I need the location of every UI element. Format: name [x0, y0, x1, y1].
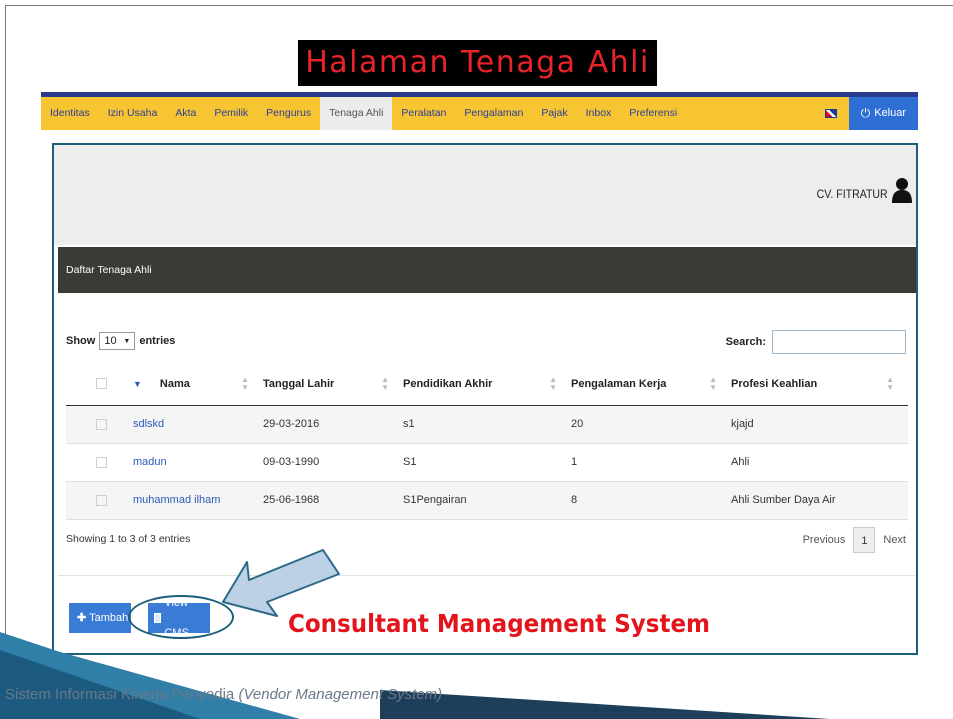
sort-icon: ▲ ▼ — [241, 375, 249, 392]
nav-item-pemilik[interactable]: Pemilik — [205, 97, 257, 130]
column-label-pengalaman-kerja: Pengalaman Kerja — [571, 377, 667, 390]
footer-subtitle: (Vendor Management System) — [238, 686, 443, 703]
previous-button[interactable]: Previous — [803, 534, 846, 546]
nav-item-inbox[interactable]: Inbox — [577, 97, 621, 130]
content-panel: CV. FITRATUR Daftar Tenaga Ahli Show 10 … — [52, 143, 918, 655]
cell-tanggal-lahir: 25-06-1968 — [263, 481, 403, 520]
divider — [58, 575, 916, 576]
column-header-pengalaman-kerja[interactable]: Pengalaman Kerja ▲ ▼ — [571, 363, 731, 406]
add-button[interactable]: ✚ Tambah — [69, 603, 131, 633]
nav-item-preferensi[interactable]: Preferensi — [620, 97, 686, 130]
footer-text: Sistem Informasi Kinerja Penyedia (Vendo… — [5, 686, 442, 703]
search-control: Search: — [726, 330, 906, 354]
nav-item-akta[interactable]: Akta — [166, 97, 205, 130]
row-checkbox[interactable] — [96, 494, 107, 506]
plus-icon: ✚ — [77, 612, 87, 624]
pagination: Previous 1 Next — [803, 527, 906, 553]
logout-label: Keluar — [874, 107, 906, 119]
row-checkbox-cell — [66, 481, 133, 520]
callout-label: Consultant Management System — [288, 609, 711, 638]
sort-icon: ▲ ▼ — [549, 375, 557, 392]
sort-icon: ▲ ▼ — [709, 375, 717, 392]
cell-nama[interactable]: sdlskd — [133, 405, 263, 444]
cell-pengalaman-kerja: 20 — [571, 405, 731, 444]
search-label: Search: — [725, 336, 766, 348]
nav-item-pengurus[interactable]: Pengurus — [257, 97, 320, 130]
row-checkbox-cell — [66, 443, 133, 482]
nav-item-pajak[interactable]: Pajak — [532, 97, 576, 130]
user-icon[interactable] — [892, 177, 912, 203]
column-label-nama: Nama — [159, 377, 190, 390]
experts-table: ▼ Nama ▲ ▼ Tanggal Lahir ▲ ▼ Pendidikan Akhir… — [66, 363, 908, 520]
cell-pendidikan-akhir: s1 — [403, 405, 571, 444]
cell-tanggal-lahir: 09-03-1990 — [263, 443, 403, 482]
next-button[interactable]: Next — [883, 534, 906, 546]
cell-nama[interactable]: madun — [133, 443, 263, 482]
cell-pendidikan-akhir: S1 — [403, 443, 571, 482]
logout-button[interactable]: ⏻ Keluar — [848, 97, 918, 130]
list-title-bar: Daftar Tenaga Ahli — [58, 247, 916, 293]
column-header-nama[interactable]: ▼ Nama ▲ ▼ — [133, 363, 263, 406]
top-navbar: Identitas Izin Usaha Akta Pemilik Pengur… — [41, 92, 918, 130]
row-checkbox[interactable] — [96, 418, 107, 430]
nav-item-izin-usaha[interactable]: Izin Usaha — [99, 97, 167, 130]
slide-title: Halaman Tenaga Ahli — [298, 40, 657, 86]
column-header-profesi-keahlian[interactable]: Profesi Keahlian ▲ ▼ — [731, 363, 908, 406]
column-label-tanggal-lahir: Tanggal Lahir — [263, 377, 335, 390]
power-icon: ⏻ — [860, 106, 871, 120]
callout-arrow-icon — [222, 549, 340, 617]
cell-profesi-keahlian: Ahli Sumber Daya Air — [731, 481, 908, 520]
decorative-swoosh-bottom — [380, 690, 830, 719]
chevron-down-icon: ▼ — [123, 337, 131, 345]
row-checkbox[interactable] — [96, 456, 107, 468]
app-window: Identitas Izin Usaha Akta Pemilik Pengur… — [41, 92, 918, 657]
cell-profesi-keahlian: kjajd — [731, 405, 908, 444]
table-info: Showing 1 to 3 of 3 entries — [66, 533, 191, 545]
column-label-profesi-keahlian: Profesi Keahlian — [731, 377, 818, 390]
uk-flag-icon[interactable] — [824, 109, 837, 118]
column-label-pendidikan-akhir: Pendidikan Akhir — [403, 377, 493, 390]
nav-item-identitas[interactable]: Identitas — [41, 97, 99, 130]
cell-tanggal-lahir: 29-03-2016 — [263, 405, 403, 444]
cell-pengalaman-kerja: 8 — [571, 481, 731, 520]
entries-label: entries — [139, 335, 176, 347]
search-input[interactable] — [772, 330, 906, 354]
table-row[interactable]: madun 09-03-1990 S1 1 Ahli — [66, 443, 908, 482]
select-all-checkbox[interactable] — [96, 378, 107, 390]
sort-desc-icon: ▼ — [133, 378, 142, 389]
cell-pendidikan-akhir: S1Pengairan — [403, 481, 571, 520]
nav-item-tenaga-ahli[interactable]: Tenaga Ahli — [320, 97, 393, 130]
profile-area: CV. FITRATUR — [54, 145, 916, 245]
table-row[interactable]: muhammad ilham 25-06-1968 S1Pengairan 8 … — [66, 481, 908, 520]
cell-nama[interactable]: muhammad ilham — [133, 481, 263, 520]
nav-item-pengalaman[interactable]: Pengalaman — [455, 97, 532, 130]
column-header-pendidikan-akhir[interactable]: Pendidikan Akhir ▲ ▼ — [403, 363, 571, 406]
cell-profesi-keahlian: Ahli — [731, 443, 908, 482]
table-panel: Show 10 ▼ entries Search: ▼ Nama ▲ ▼ Tangga… — [58, 315, 916, 577]
page-size-control: Show 10 ▼ entries — [66, 332, 175, 350]
cell-pengalaman-kerja: 1 — [571, 443, 731, 482]
table-row[interactable]: sdlskd 29-03-2016 s1 20 kjajd — [66, 405, 908, 444]
decorative-swoosh — [0, 632, 300, 719]
table-header-row: ▼ Nama ▲ ▼ Tanggal Lahir ▲ ▼ Pendidikan Akhir… — [66, 363, 908, 406]
footer-title: Sistem Informasi Kinerja Penyedia — [5, 686, 235, 703]
sort-icon: ▲ ▼ — [886, 375, 894, 392]
select-all-header — [66, 363, 133, 406]
add-button-label: Tambah — [89, 612, 129, 624]
page-size-select[interactable]: 10 ▼ — [99, 332, 136, 350]
show-label: Show — [66, 335, 96, 347]
nav-item-peralatan[interactable]: Peralatan — [392, 97, 455, 130]
page-size-value: 10 — [104, 335, 117, 347]
company-name: CV. FITRATUR — [817, 187, 888, 201]
page-button-1[interactable]: 1 — [853, 527, 876, 553]
row-checkbox-cell — [66, 405, 133, 444]
column-header-tanggal-lahir[interactable]: Tanggal Lahir ▲ ▼ — [263, 363, 403, 406]
sort-icon: ▲ ▼ — [381, 375, 389, 392]
